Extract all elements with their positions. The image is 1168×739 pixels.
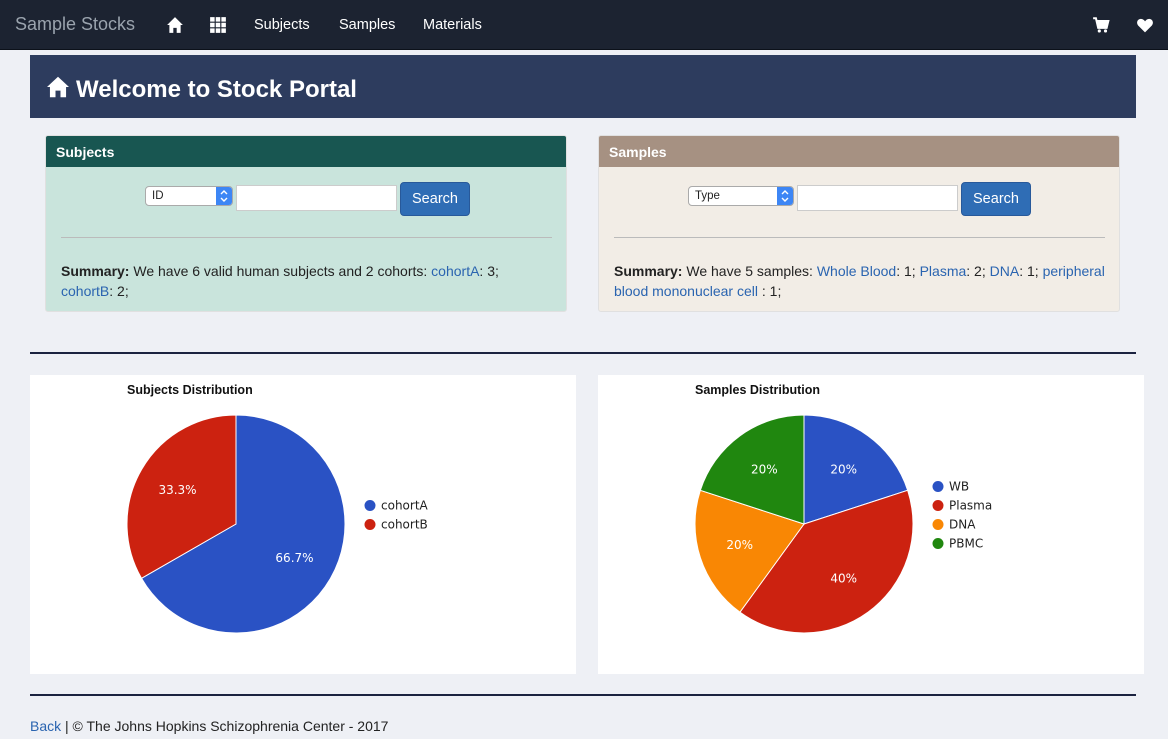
samples-search-input[interactable] bbox=[797, 185, 958, 211]
slice-label-WB: 20% bbox=[830, 462, 857, 476]
page-header: Welcome to Stock Portal bbox=[30, 55, 1136, 118]
slice-label-cohortB: 33.3% bbox=[158, 483, 196, 497]
subjects-panel: Subjects ID Search Summary: We have 6 va… bbox=[45, 135, 567, 312]
subjects-select-value: ID bbox=[152, 190, 164, 202]
samples-panel: Samples Type Search Summary: We have 5 s… bbox=[598, 135, 1120, 312]
nav-subjects[interactable]: Subjects bbox=[254, 17, 310, 33]
legend-label-WB[interactable]: WB bbox=[949, 480, 969, 494]
legend-label-cohortA[interactable]: cohortA bbox=[381, 499, 429, 513]
legend-label-Plasma[interactable]: Plasma bbox=[949, 499, 992, 513]
cohortB-link[interactable]: cohortB bbox=[61, 283, 109, 299]
cart-icon[interactable] bbox=[1092, 16, 1110, 34]
section-divider bbox=[30, 694, 1136, 696]
section-divider bbox=[30, 352, 1136, 354]
divider bbox=[61, 237, 552, 238]
summary-text: We have 5 samples: bbox=[682, 263, 817, 279]
back-link[interactable]: Back bbox=[30, 718, 61, 734]
plasma-count: : 2; bbox=[966, 263, 990, 279]
home-icon bbox=[47, 76, 69, 98]
legend-marker-Plasma bbox=[932, 500, 944, 511]
subjects-search-button[interactable]: Search bbox=[400, 182, 470, 216]
wb-count: : 1; bbox=[896, 263, 920, 279]
divider bbox=[614, 237, 1105, 238]
slice-label-cohortA: 66.7% bbox=[275, 551, 313, 565]
samples-panel-body: Type Search Summary: We have 5 samples: … bbox=[599, 167, 1119, 311]
home-icon[interactable] bbox=[166, 16, 184, 34]
dna-count: : 1; bbox=[1019, 263, 1043, 279]
samples-pie-chart: 20% 40% 20% 20% WB Plasma DNA PBMC bbox=[694, 414, 992, 634]
dna-link[interactable]: DNA bbox=[990, 263, 1020, 279]
slice-label-PBMC: 20% bbox=[751, 462, 778, 476]
subjects-chart-card: Subjects Distribution 66.7% 33.3% cohortA c… bbox=[30, 375, 576, 674]
legend-label-DNA[interactable]: DNA bbox=[949, 518, 976, 532]
samples-panel-title: Samples bbox=[599, 136, 1119, 167]
navbar: Sample Stocks Subjects Samples Materials bbox=[0, 0, 1168, 50]
legend-label-cohortB[interactable]: cohortB bbox=[381, 518, 428, 532]
subjects-panel-title: Subjects bbox=[46, 136, 566, 167]
footer: Back | © The Johns Hopkins Schizophrenia… bbox=[30, 718, 388, 734]
select-arrows-icon bbox=[777, 187, 793, 205]
subjects-field-select[interactable]: ID bbox=[145, 186, 233, 206]
legend-label-PBMC[interactable]: PBMC bbox=[949, 537, 983, 551]
summary-text: We have 6 valid human subjects and 2 coh… bbox=[129, 263, 432, 279]
legend-marker-PBMC bbox=[932, 538, 944, 549]
slice-label-DNA: 20% bbox=[726, 538, 753, 552]
legend-marker-DNA bbox=[932, 519, 944, 530]
subjects-panel-body: ID Search Summary: We have 6 valid human… bbox=[46, 167, 566, 311]
brand[interactable]: Sample Stocks bbox=[15, 14, 135, 35]
heart-icon[interactable] bbox=[1136, 16, 1154, 34]
pbmc-count: : 1; bbox=[757, 283, 782, 299]
cohortB-count: : 2; bbox=[109, 283, 129, 299]
page-title: Welcome to Stock Portal bbox=[76, 76, 357, 103]
samples-select-value: Type bbox=[695, 190, 720, 202]
samples-field-select[interactable]: Type bbox=[688, 186, 794, 206]
select-arrows-icon bbox=[216, 187, 232, 205]
nav-materials[interactable]: Materials bbox=[423, 17, 482, 33]
cohortA-link[interactable]: cohortA bbox=[431, 263, 479, 279]
grid-icon[interactable] bbox=[209, 16, 227, 34]
slice-label-Plasma: 40% bbox=[830, 572, 857, 586]
whole-blood-link[interactable]: Whole Blood bbox=[817, 263, 896, 279]
legend-marker-cohortA bbox=[364, 500, 376, 511]
samples-chart-card: Samples Distribution 20% 40% 20% 20% WB Plasm… bbox=[598, 375, 1144, 674]
legend-marker-WB bbox=[932, 481, 944, 492]
cohortA-count: : 3; bbox=[479, 263, 499, 279]
subjects-summary: Summary: We have 6 valid human subjects … bbox=[61, 261, 541, 301]
summary-label: Summary: bbox=[614, 263, 683, 279]
samples-summary: Summary: We have 5 samples: Whole Blood:… bbox=[614, 261, 1109, 301]
legend-marker-cohortB bbox=[364, 519, 376, 530]
copyright: | © The Johns Hopkins Schizophrenia Cent… bbox=[61, 718, 389, 734]
plasma-link[interactable]: Plasma bbox=[920, 263, 967, 279]
summary-label: Summary: bbox=[61, 263, 130, 279]
subjects-search-input[interactable] bbox=[236, 185, 397, 211]
subjects-pie-chart: 66.7% 33.3% cohortA cohortB bbox=[126, 414, 429, 634]
samples-search-button[interactable]: Search bbox=[961, 182, 1031, 216]
nav-samples[interactable]: Samples bbox=[339, 17, 395, 33]
